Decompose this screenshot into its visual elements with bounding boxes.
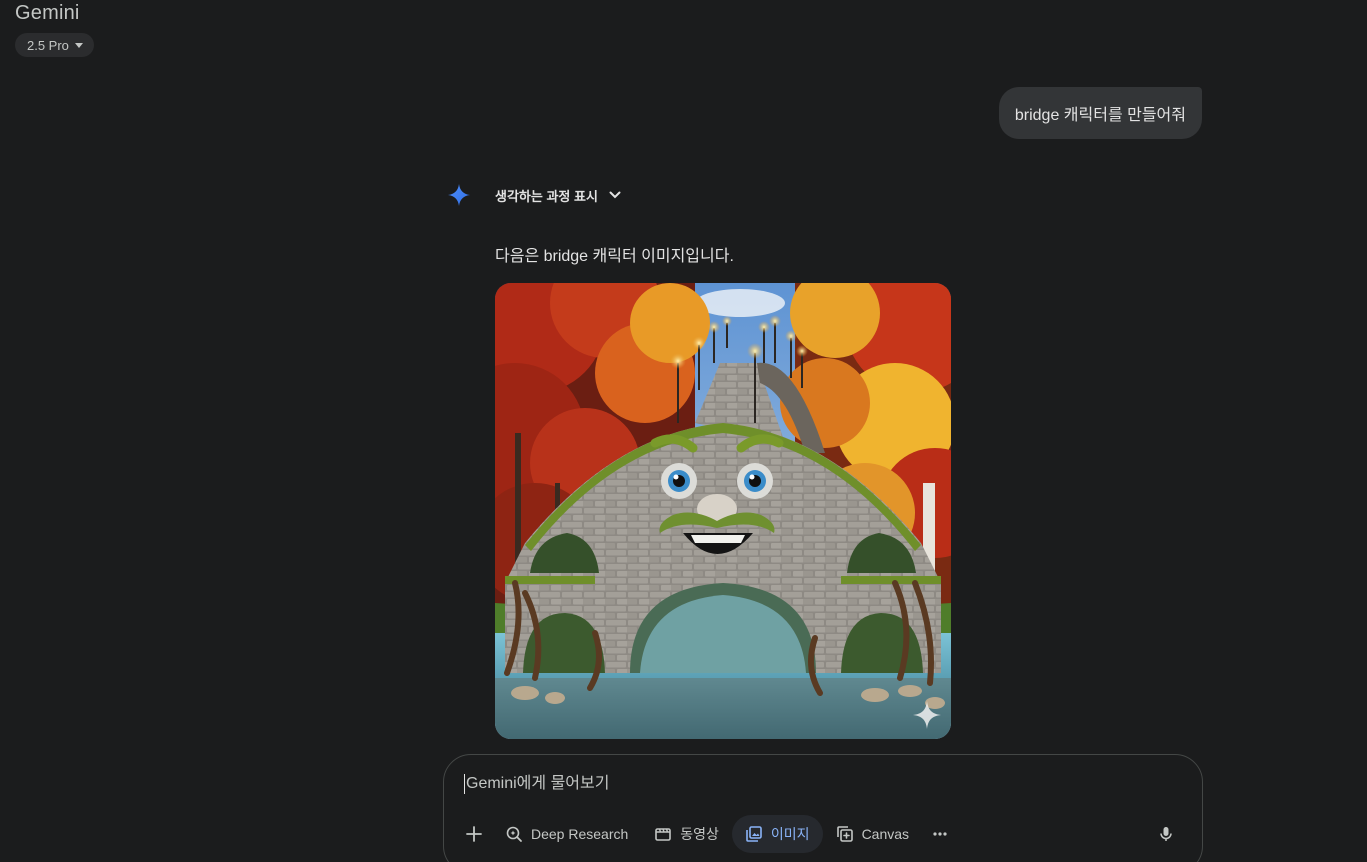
deep-research-label: Deep Research — [531, 826, 629, 842]
model-label: 2.5 Pro — [27, 37, 69, 53]
video-button[interactable]: 동영상 — [641, 815, 732, 853]
prompt-input[interactable]: Gemini에게 물어보기 — [464, 774, 1164, 794]
more-tools-button[interactable] — [922, 815, 958, 853]
chevron-down-icon — [608, 188, 622, 202]
thinking-label: 생각하는 과정 표시 — [495, 188, 598, 204]
gemini-app: Gemini 2.5 Pro bridge 캐릭터를 만들어줘 생각하는 과정 … — [0, 0, 1367, 862]
composer-toolbar: Deep Research 동영상 이미지 Canvas — [456, 815, 1190, 853]
deep-research-button[interactable]: Deep Research — [492, 815, 641, 853]
model-selector[interactable]: 2.5 Pro — [15, 33, 94, 57]
image-button[interactable]: 이미지 — [731, 815, 823, 853]
more-horizontal-icon — [933, 832, 947, 836]
microphone-button[interactable] — [1148, 815, 1184, 853]
prompt-composer[interactable]: Gemini에게 물어보기 Deep Research 동영상 이미지 Canv… — [443, 754, 1203, 862]
response-text: 다음은 bridge 캐릭터 이미지입니다. — [495, 248, 734, 265]
user-message: bridge 캐릭터를 만들어줘 — [998, 87, 1202, 139]
image-icon — [746, 826, 762, 842]
gemini-spark-icon — [448, 184, 470, 206]
user-message-text: bridge 캐릭터를 만들어줘 — [1014, 107, 1186, 124]
image-label: 이미지 — [770, 826, 810, 842]
show-thinking-toggle[interactable]: 생각하는 과정 표시 — [495, 184, 622, 206]
generated-bridge-image[interactable] — [495, 283, 951, 739]
add-button[interactable] — [456, 815, 492, 853]
deep-research-icon — [506, 826, 522, 842]
canvas-button[interactable]: Canvas — [823, 815, 922, 853]
app-title: Gemini — [15, 2, 80, 24]
plus-icon — [466, 826, 482, 842]
canvas-label: Canvas — [861, 826, 910, 842]
canvas-icon — [836, 826, 853, 842]
video-icon — [655, 828, 672, 841]
video-label: 동영상 — [680, 826, 719, 842]
caret-down-icon — [74, 43, 83, 48]
microphone-icon — [1160, 827, 1172, 841]
